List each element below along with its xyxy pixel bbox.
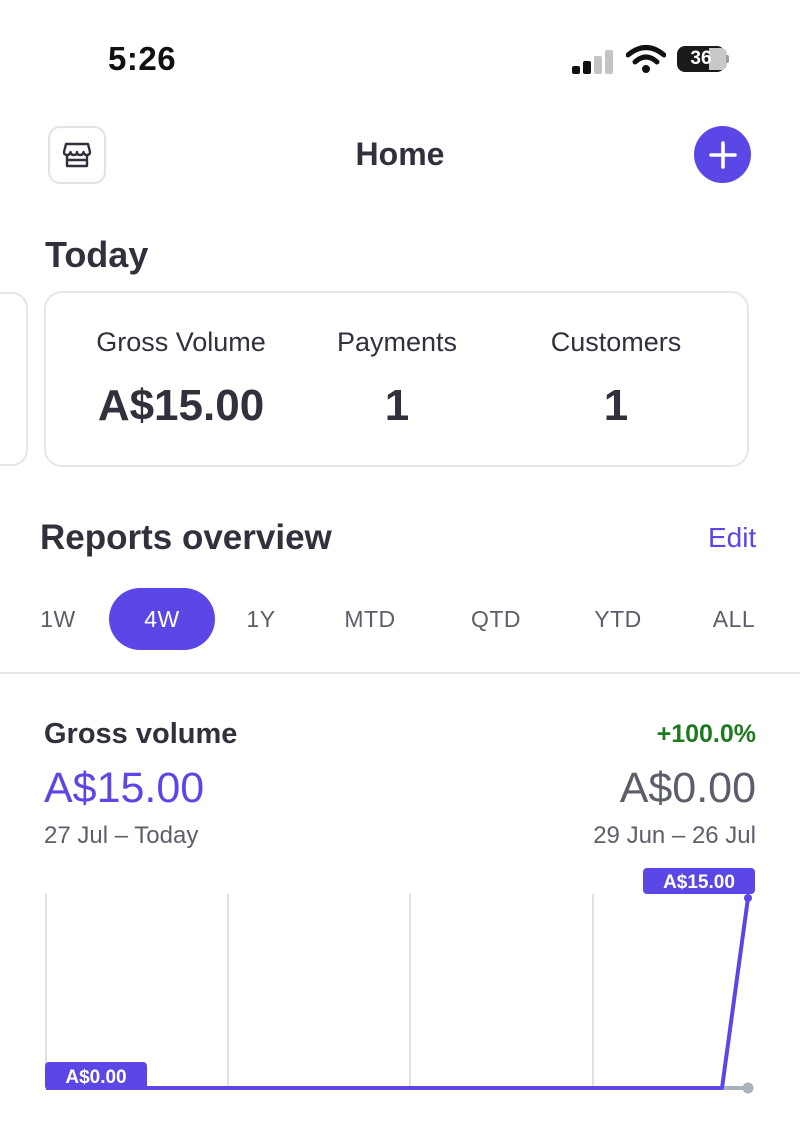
status-bar: 5:26 36 — [0, 0, 800, 110]
page-title: Home — [355, 136, 445, 172]
tab-4w[interactable]: 4W — [109, 588, 215, 650]
edit-link[interactable]: Edit — [708, 522, 756, 554]
metric-value: A$15.00 — [97, 381, 265, 430]
current-date-range: 27 Jul – Today — [44, 822, 199, 849]
metric-label: Customers — [550, 327, 682, 357]
plus-icon — [708, 140, 737, 169]
tab-ytd[interactable]: YTD — [573, 588, 663, 650]
tab-1w[interactable]: 1W — [22, 588, 94, 650]
previous-card-peek[interactable] — [0, 292, 28, 466]
metric-customers: Customers 1 — [516, 293, 716, 469]
previous-value: A$0.00 — [619, 764, 756, 812]
current-value: A$15.00 — [44, 764, 205, 812]
reports-title: Reports overview — [40, 518, 332, 557]
current-period-line — [46, 897, 750, 1090]
max-value-label: A$15.00 — [643, 868, 755, 894]
max-label-text: A$15.00 — [663, 872, 735, 893]
status-time: 5:26 — [108, 40, 177, 77]
current-period-end-dot — [744, 894, 752, 902]
min-value-label: A$0.00 — [45, 1062, 147, 1090]
add-button[interactable] — [694, 126, 751, 183]
tab-all[interactable]: ALL — [695, 588, 773, 650]
battery-level: 36 — [690, 48, 712, 69]
previous-period-end-dot — [742, 1082, 754, 1094]
today-summary-card[interactable]: Gross Volume A$15.00 Payments 1 Customer… — [44, 291, 749, 467]
today-title: Today — [45, 234, 149, 275]
metric-label: Gross Volume — [96, 327, 266, 357]
tab-mtd[interactable]: MTD — [325, 588, 415, 650]
min-label-text: A$0.00 — [65, 1067, 126, 1088]
metric-label: Payments — [336, 327, 458, 357]
signal-icon — [572, 50, 616, 74]
divider — [0, 672, 800, 674]
range-tabs: 1W 4W 1Y MTD QTD YTD ALL — [0, 588, 800, 650]
metric-gross-volume: Gross Volume A$15.00 — [66, 293, 296, 469]
previous-date-range: 29 Jun – 26 Jul — [593, 822, 756, 849]
metric-value: 1 — [603, 381, 629, 430]
metric-payments: Payments 1 — [302, 293, 492, 469]
battery-icon: 36 — [677, 46, 729, 72]
change-percentage: +100.0% — [656, 720, 756, 748]
wifi-icon — [626, 45, 666, 73]
gross-volume-title: Gross volume — [44, 718, 238, 750]
tab-qtd[interactable]: QTD — [450, 588, 542, 650]
metric-value: 1 — [384, 381, 410, 430]
gross-volume-chart[interactable]: A$15.00 A$0.00 — [0, 860, 800, 1138]
tab-1y[interactable]: 1Y — [225, 588, 297, 650]
